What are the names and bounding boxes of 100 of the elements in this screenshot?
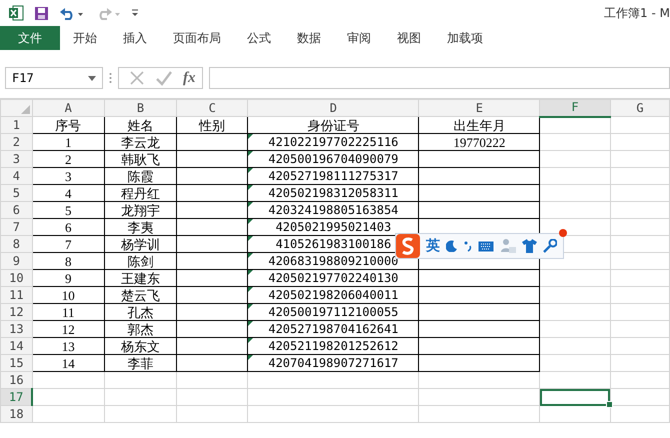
table-cell: 9: [32, 270, 104, 286]
insert-function-button[interactable]: fx: [183, 70, 196, 86]
table-cell: 程丹红: [104, 184, 177, 202]
column-header[interactable]: D: [248, 100, 419, 116]
row-header[interactable]: 18: [0, 406, 32, 422]
row-header[interactable]: 13: [0, 320, 32, 338]
table-cell: 420500197112100055: [248, 304, 419, 320]
sogou-logo-icon[interactable]: [396, 234, 420, 258]
table-cell: 杨学训: [104, 236, 177, 252]
notification-dot: [559, 229, 567, 237]
keyboard-icon[interactable]: [478, 240, 494, 252]
table-cell: 李菲: [104, 354, 177, 372]
table-cell: 420527198704162641: [248, 320, 419, 338]
input-language-toggle[interactable]: 英: [426, 237, 440, 255]
table-cell: 11: [32, 304, 104, 320]
table-cell: 420502197702240130: [248, 270, 419, 286]
table-cell: 杨东文: [104, 338, 177, 354]
name-box[interactable]: F17: [5, 67, 103, 89]
customize-toolbar-icon[interactable]: [131, 9, 139, 17]
row-header[interactable]: 5: [0, 184, 32, 202]
file-menu-button[interactable]: 文件: [0, 26, 60, 50]
table-cell: 李云龙: [104, 134, 177, 150]
table-cell: 陈剑: [104, 252, 177, 270]
row-header[interactable]: 17: [0, 388, 32, 406]
save-icon[interactable]: [34, 6, 49, 20]
ribbon-tab[interactable]: 视图: [384, 26, 434, 50]
row-header[interactable]: 14: [0, 338, 32, 354]
table-cell: 李夷: [104, 218, 177, 236]
ribbon-tab[interactable]: 页面布局: [160, 26, 234, 50]
row-header[interactable]: 12: [0, 304, 32, 320]
window-title: 工作簿1 - M: [604, 4, 670, 22]
table-cell: 420527198111275317: [248, 168, 419, 184]
table-cell: 4: [32, 184, 104, 202]
row-header[interactable]: 3: [0, 150, 32, 168]
table-cell: 420704198907271617: [248, 354, 419, 372]
shirt-icon[interactable]: [522, 239, 537, 253]
table-cell: 420502198206040011: [248, 286, 419, 304]
row-header[interactable]: 7: [0, 218, 32, 236]
table-cell: 陈霞: [104, 168, 177, 184]
ribbon-tab[interactable]: 数据: [284, 26, 334, 50]
column-header[interactable]: G: [610, 100, 670, 116]
ribbon-tab[interactable]: 审阅: [334, 26, 384, 50]
table-cell: 8: [32, 252, 104, 270]
active-cell[interactable]: [540, 388, 610, 406]
table-cell: 2: [32, 150, 104, 168]
row-header[interactable]: 9: [0, 252, 32, 270]
table-cell: 王建东: [104, 270, 177, 286]
column-header[interactable]: A: [32, 100, 104, 116]
ribbon-tab[interactable]: 插入: [110, 26, 160, 50]
table-cell: 421022197702225116: [248, 134, 419, 150]
ribbon-tab[interactable]: 加载项: [434, 26, 496, 50]
table-cell: 13: [32, 338, 104, 354]
row-header[interactable]: 1: [0, 116, 32, 134]
table-cell: 出生年月: [418, 116, 540, 134]
table-cell: 身份证号: [248, 116, 419, 134]
table-cell: 12: [32, 320, 104, 338]
table-cell: 孔杰: [104, 304, 177, 320]
wrench-icon[interactable]: [543, 239, 557, 253]
table-cell: 7: [32, 236, 104, 252]
undo-icon[interactable]: [59, 6, 85, 20]
table-cell: 序号: [32, 116, 104, 134]
table-cell: 性别: [176, 116, 248, 134]
table-cell: 郭杰: [104, 320, 177, 338]
table-cell: 姓名: [104, 116, 177, 134]
ribbon-tab[interactable]: 开始: [60, 26, 110, 50]
table-cell: 5: [32, 202, 104, 218]
column-header[interactable]: C: [176, 100, 248, 116]
table-cell: 420521198201252612: [248, 338, 419, 354]
row-header[interactable]: 6: [0, 202, 32, 218]
check-icon[interactable]: [155, 70, 173, 86]
table-cell: 19770222: [418, 134, 540, 150]
row-header[interactable]: 8: [0, 236, 32, 252]
table-cell: 420500196704090079: [248, 150, 419, 168]
table-cell: 1: [32, 134, 104, 150]
row-header[interactable]: 16: [0, 372, 32, 388]
row-header[interactable]: 2: [0, 134, 32, 150]
moon-icon[interactable]: [446, 240, 458, 252]
fill-handle[interactable]: [606, 401, 613, 408]
excel-logo-icon: [8, 5, 24, 21]
row-header[interactable]: 4: [0, 168, 32, 184]
formula-input-field[interactable]: [208, 67, 670, 89]
table-cell: 420502198312058311: [248, 184, 419, 202]
table-cell: 龙翔宇: [104, 202, 177, 218]
dropdown-caret-icon[interactable]: [88, 76, 96, 80]
column-header[interactable]: B: [104, 100, 177, 116]
column-header[interactable]: E: [418, 100, 540, 116]
row-header[interactable]: 11: [0, 286, 32, 304]
grip-icon: [109, 72, 112, 84]
table-cell: 楚云飞: [104, 286, 177, 304]
table-cell: 6: [32, 218, 104, 236]
row-header[interactable]: 10: [0, 270, 32, 286]
table-cell: 10: [32, 286, 104, 304]
column-header[interactable]: F: [540, 100, 610, 116]
ribbon-tab[interactable]: 公式: [234, 26, 284, 50]
punctuation-icon[interactable]: [464, 240, 472, 252]
table-cell: 3: [32, 168, 104, 184]
table-cell: 14: [32, 354, 104, 372]
table-cell: 420324198805163854: [248, 202, 419, 218]
table-cell: 韩耿飞: [104, 150, 177, 168]
row-header[interactable]: 15: [0, 354, 32, 372]
